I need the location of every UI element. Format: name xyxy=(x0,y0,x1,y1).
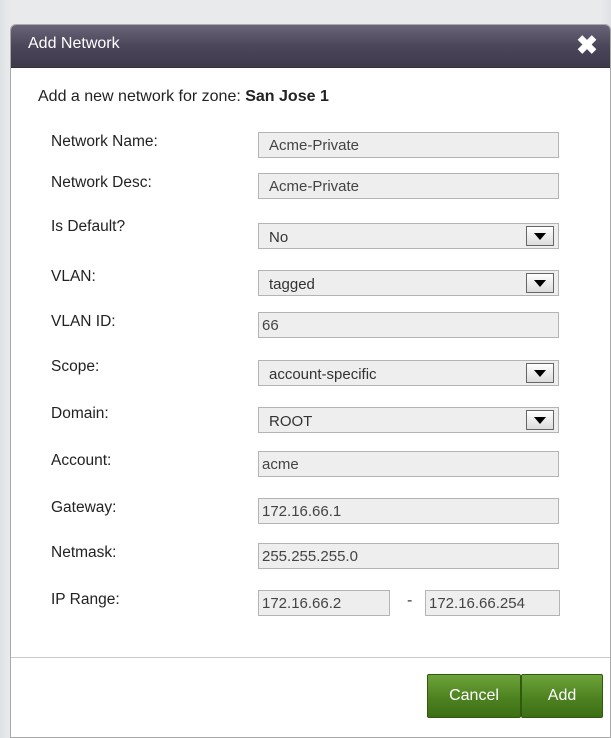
row-vlan: VLAN: tagged xyxy=(11,268,610,306)
chevron-down-icon[interactable] xyxy=(526,363,554,383)
ip-range-start-input[interactable]: 172.16.66.2 xyxy=(258,590,390,616)
domain-value: ROOT xyxy=(269,413,313,430)
ip-range-end-input[interactable]: 172.16.66.254 xyxy=(425,590,560,616)
network-name-input[interactable]: Acme-Private xyxy=(258,132,559,158)
ip-range-label: IP Range: xyxy=(51,591,120,608)
is-default-label: Is Default? xyxy=(51,218,126,235)
row-network-name: Network Name: Acme-Private xyxy=(11,132,610,169)
dialog-subtitle: Add a new network for zone: San Jose 1 xyxy=(38,88,329,106)
is-default-value: No xyxy=(269,229,289,246)
vlan-id-label: VLAN ID: xyxy=(51,313,116,330)
vlan-select[interactable]: tagged xyxy=(258,270,559,296)
scope-label: Scope: xyxy=(51,358,100,375)
row-domain: Domain: ROOT xyxy=(11,405,610,444)
add-button[interactable]: Add xyxy=(521,674,603,718)
row-gateway: Gateway: 172.16.66.1 xyxy=(11,498,610,535)
row-is-default: Is Default? No xyxy=(11,218,610,259)
scope-value: account-specific xyxy=(269,366,377,383)
chevron-down-icon[interactable] xyxy=(526,226,554,246)
gateway-input[interactable]: 172.16.66.1 xyxy=(258,498,559,524)
ip-range-separator: - xyxy=(407,592,413,609)
vlan-id-input[interactable]: 66 xyxy=(258,312,559,338)
row-ip-range: IP Range: 172.16.66.2 - 172.16.66.254 xyxy=(11,590,610,627)
account-label: Account: xyxy=(51,452,112,469)
is-default-select[interactable]: No xyxy=(258,223,559,249)
add-network-dialog: Add Network ✖ Add a new network for zone… xyxy=(10,24,611,738)
dialog-title: Add Network xyxy=(28,35,120,52)
row-netmask: Netmask: 255.255.255.0 xyxy=(11,543,610,580)
network-desc-label: Network Desc: xyxy=(51,174,152,191)
chevron-down-icon[interactable] xyxy=(526,410,554,430)
subtitle-prefix: Add a new network for zone: xyxy=(38,88,246,105)
footer-divider xyxy=(11,657,610,658)
row-account: Account: acme xyxy=(11,451,610,488)
row-scope: Scope: account-specific xyxy=(11,358,610,397)
netmask-input[interactable]: 255.255.255.0 xyxy=(258,543,559,569)
network-name-label: Network Name: xyxy=(51,133,158,150)
vlan-value: tagged xyxy=(269,276,315,293)
scope-select[interactable]: account-specific xyxy=(258,360,559,386)
row-network-desc: Network Desc: Acme-Private xyxy=(11,173,610,210)
account-input[interactable]: acme xyxy=(258,451,559,477)
domain-select[interactable]: ROOT xyxy=(258,407,559,433)
gateway-label: Gateway: xyxy=(51,499,117,516)
dialog-titlebar: Add Network ✖ xyxy=(11,25,610,68)
network-desc-input[interactable]: Acme-Private xyxy=(258,173,559,199)
domain-label: Domain: xyxy=(51,405,109,422)
vlan-label: VLAN: xyxy=(51,268,96,285)
chevron-down-icon[interactable] xyxy=(526,273,554,293)
netmask-label: Netmask: xyxy=(51,544,117,561)
close-icon[interactable]: ✖ xyxy=(574,32,600,58)
zone-name: San Jose 1 xyxy=(245,88,329,105)
cancel-button[interactable]: Cancel xyxy=(427,674,521,718)
row-vlan-id: VLAN ID: 66 xyxy=(11,312,610,349)
